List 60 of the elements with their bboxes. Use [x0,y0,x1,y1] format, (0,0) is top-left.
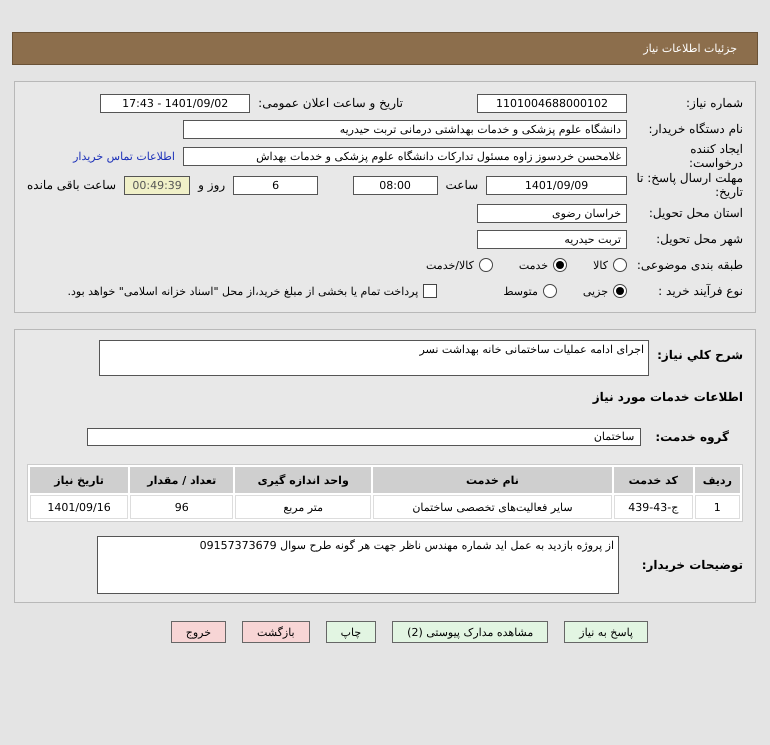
days-field: 6 [233,176,318,194]
field-label: نام دستگاه خریدار: [648,122,743,136]
action-button[interactable]: مشاهده مدارک پیوستی (2) [392,621,548,643]
remaining-time-field: 00:49:39 [124,176,190,194]
action-button[interactable]: خروج [170,621,226,643]
buyer-contact-link[interactable]: اطلاعات تماس خریدار [73,150,175,162]
field-label: شماره نیاز: [685,96,743,110]
need-number-field: 1101004688000102 [477,94,627,112]
table-cell: 1401/09/16 [30,495,128,519]
field-label: شهر محل تحویل: [655,232,743,246]
deadline-date-field: 1401/09/09 [486,176,627,194]
option-label: جزیی [582,284,608,298]
radio-button[interactable] [613,258,627,272]
table-cell: ج-43-439 [614,495,693,519]
buyer-notes-field: از پروژه بازدید به عمل اید شماره مهندس ناظر جهت هر گونه طرح سوال 09157373679 [97,536,619,594]
table-cell: 96 [130,495,234,519]
table-cell: متر مربع [235,495,371,519]
field-label: روز و [198,178,226,192]
province-field: خراسان رضوی [477,204,627,222]
field-label: نوع فرآیند خرید : [657,284,743,298]
field-label: توضیحات خریدار: [640,558,743,572]
column-header: تاریخ نیاز [30,467,128,493]
option-label: کالا [593,258,608,272]
description-field: اجرای ادامه عملیات ساختمانی خانه بهداشت نسر [99,340,650,376]
field-label: طبقه بندی موضوعی: [636,258,743,272]
buyer-org-field: دانشگاه علوم پزشکی و خدمات بهداشتی درمانی تربت حیدریه [183,120,627,138]
checkbox-label: پرداخت تمام یا بخشی از مبلغ خرید،از محل "اسناد خزانه اسلامی" خواهد بود. [68,284,418,298]
action-button[interactable]: بازگشت [242,621,310,643]
column-header: نام خدمت [373,467,612,493]
radio-button[interactable] [553,258,568,272]
radio-button[interactable] [478,258,493,272]
option-label: متوسط [503,284,538,298]
field-label: تاریخ و ساعت اعلان عمومی: [258,96,403,110]
field-label: مهلت ارسال پاسخ: تا تاریخ: [635,171,743,199]
field-label: ساعت [446,178,478,192]
deadline-time-field: 08:00 [352,176,438,194]
option-label: کالا/خدمت [426,258,474,272]
field-label: ساعت باقی مانده [26,178,116,192]
table-cell: 1 [694,495,740,519]
announce-date-field: 1401/09/02 - 17:43 [100,94,250,112]
table-cell: سایر فعالیت‌های تخصصی ساختمان [373,495,612,519]
option-label: خدمت [518,258,548,272]
field-label: استان محل تحویل: [648,206,743,220]
city-field: تربت حیدریه [477,230,627,248]
column-header: تعداد / مقدار [130,467,234,493]
field-label: ایجاد کننده درخواست: [688,142,743,170]
column-header: ردیف [694,467,740,493]
field-label: شرح کلي نياز: [657,347,743,362]
radio-button[interactable] [542,284,557,298]
service-group-field: ساختمان [87,428,642,446]
page-title: جزئیات اطلاعات نیاز [643,42,737,55]
radio-button[interactable] [613,284,627,298]
action-button[interactable]: پاسخ به نیاز [564,621,648,643]
column-header: کد خدمت [614,467,693,493]
checkbox[interactable] [423,284,438,298]
action-button[interactable]: چاپ [326,621,376,643]
field-label: گروه خدمت: [655,430,730,444]
requester-field: غلامحسن خردسوز زاوه مسئول تدارکات دانشگاه علوم پزشکی و خدمات بهداش [183,146,627,166]
column-header: واحد اندازه گیری [235,467,371,493]
section-title: اطلاعات خدمات مورد نیاز [592,390,743,404]
